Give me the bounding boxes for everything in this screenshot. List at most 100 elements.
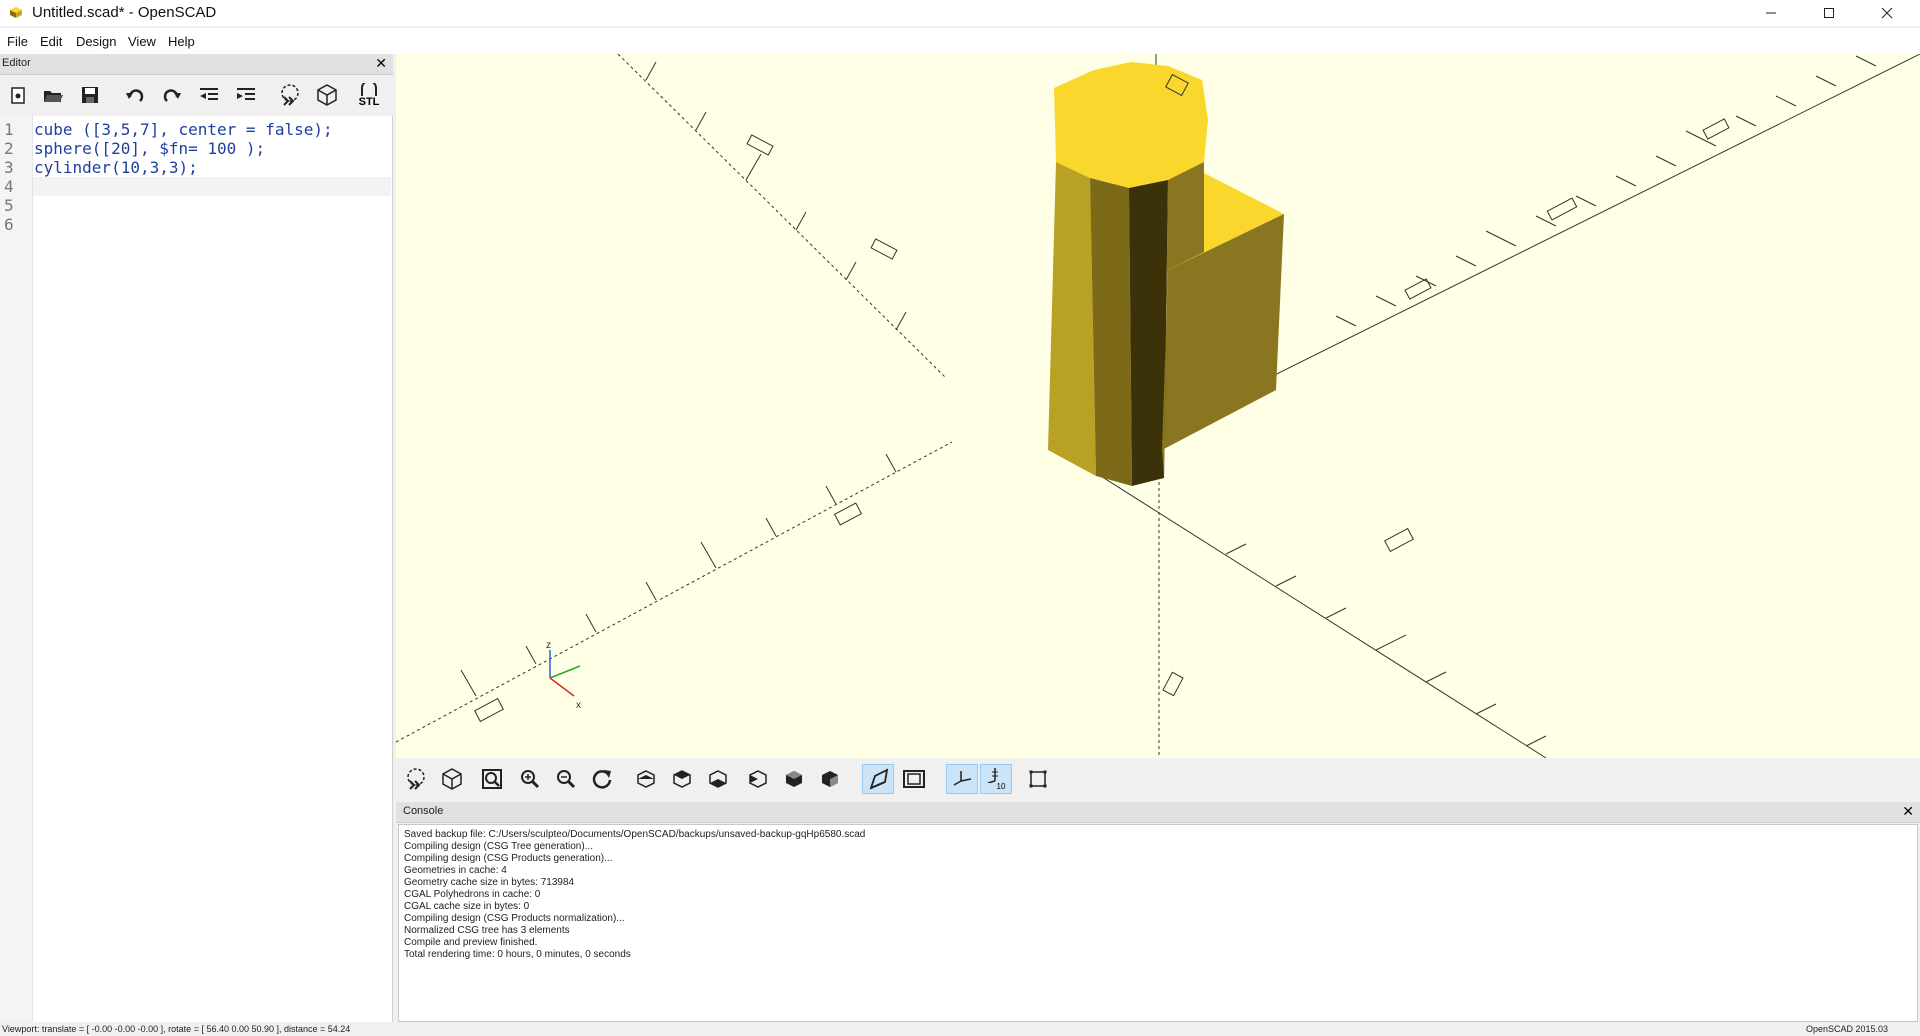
code-line: cylinder(10,3,3); — [34, 158, 198, 177]
preview-button[interactable] — [275, 81, 305, 109]
axis-positive-y — [1065, 453, 1547, 758]
view-left-icon — [749, 770, 767, 788]
redo-icon — [163, 89, 181, 102]
minimize-icon — [1766, 12, 1776, 14]
orthogonal-button[interactable] — [898, 764, 930, 794]
show-edges-button[interactable] — [1022, 764, 1054, 794]
line-number: 2 — [4, 139, 14, 158]
reset-view-icon — [592, 770, 612, 789]
perspective-button[interactable] — [862, 764, 894, 794]
view-bottom-icon — [709, 770, 727, 788]
new-file-icon — [11, 87, 25, 104]
export-stl-icon — [361, 82, 377, 96]
view-front-icon — [786, 771, 802, 787]
console-line: Compiling design (CSG Products generatio… — [404, 853, 613, 864]
menu-design[interactable]: Design — [76, 34, 116, 49]
code-line: sphere([20], $fn= 100 ); — [34, 139, 266, 158]
line-number: 4 — [4, 177, 14, 196]
console-line: Saved backup file: C:/Users/sculpteo/Doc… — [404, 829, 866, 840]
view-right-icon — [637, 770, 655, 788]
zoom-in-button[interactable] — [514, 764, 546, 794]
new-file-button[interactable] — [3, 81, 33, 109]
console-line: Compile and preview finished. — [404, 937, 538, 948]
preview-icon — [407, 768, 425, 790]
current-line-highlight — [33, 177, 391, 196]
indent-icon — [237, 88, 255, 100]
status-bar: Viewport: translate = [ -0.00 -0.00 -0.0… — [0, 1022, 1920, 1036]
menu-file[interactable]: File — [7, 34, 28, 49]
console-title: Console — [403, 805, 444, 817]
console-output[interactable]: Saved backup file: C:/Users/sculpteo/Doc… — [398, 824, 1918, 1022]
menu-bar: File Edit Design View Help — [0, 28, 1920, 54]
render-icon — [317, 84, 337, 106]
view-top-button[interactable] — [666, 764, 698, 794]
editor-header: Editor ✕ — [0, 54, 393, 75]
zoom-in-icon — [521, 770, 540, 789]
line-number: 5 — [4, 196, 14, 215]
render-button[interactable] — [436, 764, 468, 794]
open-file-icon — [44, 91, 63, 102]
close-window-button[interactable] — [1858, 0, 1916, 26]
console-line: Geometries in cache: 4 — [404, 865, 507, 876]
save-button[interactable] — [75, 81, 105, 109]
redo-button[interactable] — [157, 81, 187, 109]
view-back-icon — [822, 771, 838, 787]
zoom-out-icon — [557, 770, 576, 789]
reset-view-button[interactable] — [586, 764, 618, 794]
3d-viewport[interactable]: z x — [396, 54, 1920, 758]
viewport-scene: z x — [396, 54, 1920, 758]
console-line: CGAL cache size in bytes: 0 — [404, 901, 530, 912]
export-stl-button[interactable]: STL — [354, 81, 384, 109]
window-title: Untitled.scad* - OpenSCAD — [32, 4, 217, 21]
console-line: Geometry cache size in bytes: 713984 — [404, 877, 575, 888]
view-front-button[interactable] — [778, 764, 810, 794]
code-editor[interactable]: 1 2 3 4 5 6 cube ([3,5,7], center = fals… — [0, 116, 393, 1022]
gizmo-x-label: x — [576, 700, 581, 711]
view-all-button[interactable] — [476, 764, 508, 794]
console-header: Console ✕ — [396, 802, 1920, 823]
view-toolbar: 10 — [396, 758, 1920, 800]
close-icon — [1881, 7, 1893, 19]
view-all-icon — [482, 769, 502, 789]
render-button[interactable] — [312, 81, 342, 109]
view-bottom-button[interactable] — [702, 764, 734, 794]
view-right-button[interactable] — [630, 764, 662, 794]
preview-button[interactable] — [400, 764, 432, 794]
view-left-button[interactable] — [742, 764, 774, 794]
line-number: 3 — [4, 158, 14, 177]
show-edges-icon — [1029, 770, 1047, 788]
maximize-button[interactable] — [1800, 0, 1858, 26]
menu-view[interactable]: View — [128, 34, 156, 49]
viewport-status: Viewport: translate = [ -0.00 -0.00 -0.0… — [2, 1024, 351, 1034]
minimize-button[interactable] — [1742, 0, 1800, 26]
gizmo-z-label: z — [546, 640, 551, 651]
axis-negative-x — [396, 441, 953, 743]
show-scale-markers-icon — [987, 768, 998, 783]
menu-help[interactable]: Help — [168, 34, 195, 49]
save-icon — [82, 87, 98, 103]
console-line: Compiling design (CSG Products normaliza… — [404, 913, 625, 924]
editor-close-button[interactable]: ✕ — [375, 55, 387, 72]
console-close-button[interactable]: ✕ — [1902, 803, 1914, 820]
render-icon — [442, 768, 462, 790]
zoom-out-button[interactable] — [550, 764, 582, 794]
menu-edit[interactable]: Edit — [40, 34, 62, 49]
cylinder-facet — [1048, 162, 1096, 476]
open-file-button[interactable] — [38, 81, 68, 109]
perspective-icon — [869, 768, 889, 790]
editor-panel: Editor ✕ STL 1 2 3 4 5 6 cube ([3,5,7], … — [0, 54, 393, 1022]
preview-icon — [281, 84, 299, 106]
view-back-button[interactable] — [814, 764, 846, 794]
line-number: 1 — [4, 120, 14, 139]
orientation-gizmo: z x — [546, 640, 581, 711]
line-number-gutter: 1 2 3 4 5 6 — [0, 116, 33, 1022]
title-bar: Untitled.scad* - OpenSCAD — [0, 0, 1920, 26]
console-line: CGAL Polyhedrons in cache: 0 — [404, 889, 541, 900]
undo-icon — [126, 89, 144, 102]
show-scale-markers-button[interactable]: 10 — [980, 764, 1012, 794]
undo-button[interactable] — [120, 81, 150, 109]
show-axes-button[interactable] — [946, 764, 978, 794]
unindent-button[interactable] — [194, 81, 224, 109]
indent-button[interactable] — [231, 81, 261, 109]
editor-toolbar: STL — [0, 75, 393, 115]
